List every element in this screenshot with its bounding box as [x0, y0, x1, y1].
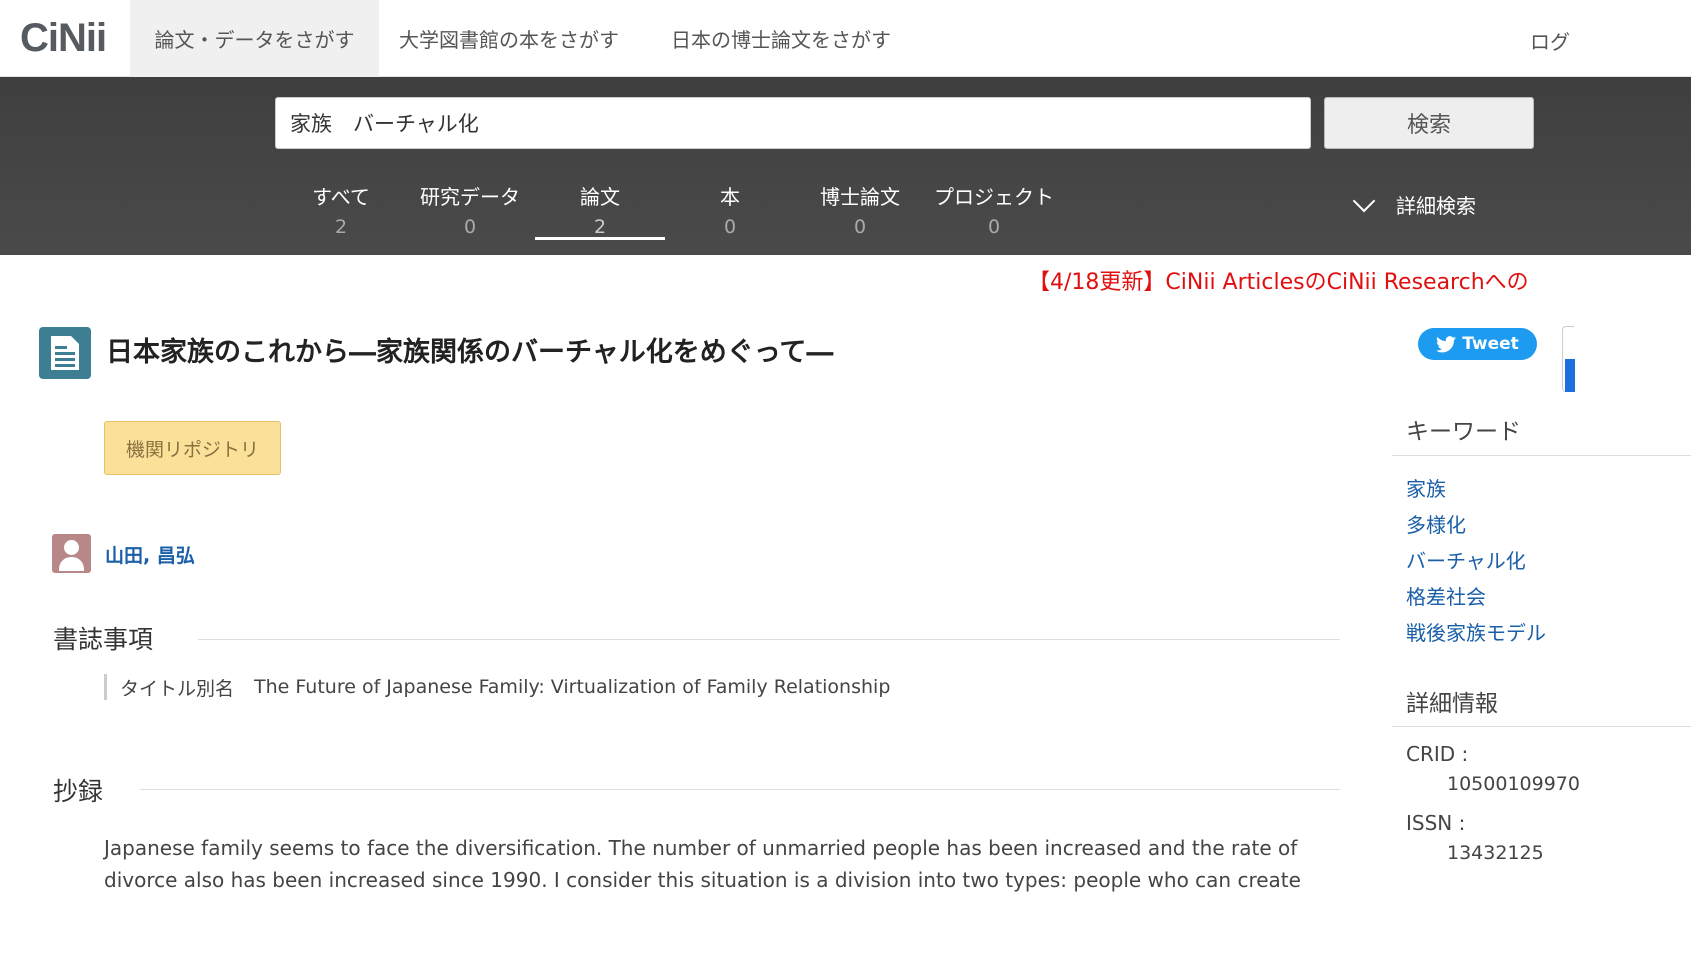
category-count: 2: [334, 216, 348, 238]
biblio-divider: [198, 639, 1340, 640]
details-divider: [1392, 726, 1691, 727]
nav-tab-papers-data[interactable]: 論文・データをさがす: [130, 0, 379, 77]
document-icon: [39, 327, 91, 379]
category-tab-articles[interactable]: 論文 2: [535, 181, 665, 240]
category-label: 研究データ: [420, 185, 520, 209]
crid-value: 10500109970: [1447, 773, 1580, 795]
advanced-search-toggle[interactable]: 詳細検索: [1352, 190, 1476, 219]
crid-label: CRID :: [1406, 742, 1469, 766]
category-count: 0: [723, 216, 737, 238]
category-label: 本: [720, 185, 740, 209]
category-tab-all[interactable]: すべて 2: [276, 181, 406, 238]
category-label: 博士論文: [820, 185, 900, 209]
nav-tab-dissertations[interactable]: 日本の博士論文をさがす: [671, 0, 891, 77]
update-notice-link[interactable]: 【4/18更新】CiNii ArticlesのCiNii Researchへの: [1028, 264, 1529, 296]
category-count: 0: [987, 216, 1001, 238]
issn-label: ISSN :: [1406, 811, 1466, 835]
keywords-heading: キーワード: [1406, 419, 1521, 445]
search-button[interactable]: 検索: [1324, 97, 1534, 149]
keyword-link[interactable]: 家族: [1406, 473, 1446, 502]
category-tab-books[interactable]: 本 0: [665, 181, 795, 238]
keyword-link[interactable]: 戦後家族モデル: [1406, 617, 1546, 646]
top-navigation: CiNii 論文・データをさがす 大学図書館の本をさがす 日本の博士論文をさがす…: [0, 0, 1691, 77]
cinii-logo[interactable]: CiNii: [20, 16, 107, 61]
category-tab-dissertations[interactable]: 博士論文 0: [795, 181, 925, 238]
category-count: 0: [853, 216, 867, 238]
search-input[interactable]: [275, 97, 1311, 149]
advanced-search-label: 詳細検索: [1396, 194, 1476, 218]
keyword-link[interactable]: バーチャル化: [1406, 545, 1526, 574]
chevron-down-icon: [1352, 193, 1376, 217]
article-title: 日本家族のこれから―家族関係のバーチャル化をめぐって―: [106, 337, 834, 368]
issn-value: 13432125: [1447, 842, 1544, 864]
tweet-button[interactable]: Tweet: [1418, 328, 1537, 360]
category-count: 2: [593, 216, 607, 238]
abstract-heading: 抄録: [53, 777, 104, 806]
repository-badge[interactable]: 機関リポジトリ: [104, 421, 281, 475]
category-label: 論文: [580, 185, 620, 209]
author-link[interactable]: 山田, 昌弘: [105, 541, 195, 568]
details-heading: 詳細情報: [1406, 691, 1498, 717]
category-label: プロジェクト: [934, 185, 1054, 209]
share-widget[interactable]: [1562, 326, 1575, 392]
abstract-text: Japanese family seems to face the divers…: [104, 836, 1301, 892]
author-avatar-icon: [52, 534, 91, 573]
search-band: 検索 すべて 2 研究データ 0 論文 2 本 0 博士論文 0 プロジェクト …: [0, 77, 1691, 255]
category-tab-research-data[interactable]: 研究データ 0: [405, 181, 535, 238]
tweet-label: Tweet: [1462, 334, 1519, 354]
category-label: すべて: [312, 185, 370, 209]
abstract-divider: [140, 789, 1340, 790]
category-count: 0: [463, 216, 477, 238]
twitter-bird-icon: [1436, 335, 1457, 352]
login-link[interactable]: ログ: [1530, 26, 1570, 55]
category-tab-projects[interactable]: プロジェクト 0: [929, 181, 1059, 238]
nav-tab-university-books[interactable]: 大学図書館の本をさがす: [399, 0, 619, 77]
alt-title-label: タイトル別名: [120, 677, 235, 700]
keyword-link[interactable]: 格差社会: [1406, 581, 1486, 610]
keywords-divider: [1392, 455, 1691, 456]
keyword-link[interactable]: 多様化: [1406, 509, 1466, 538]
alternative-title: タイトル別名 The Future of Japanese Family: Vi…: [104, 674, 890, 700]
alt-title-value: The Future of Japanese Family: Virtualiz…: [254, 676, 891, 698]
biblio-heading: 書誌事項: [53, 625, 154, 654]
